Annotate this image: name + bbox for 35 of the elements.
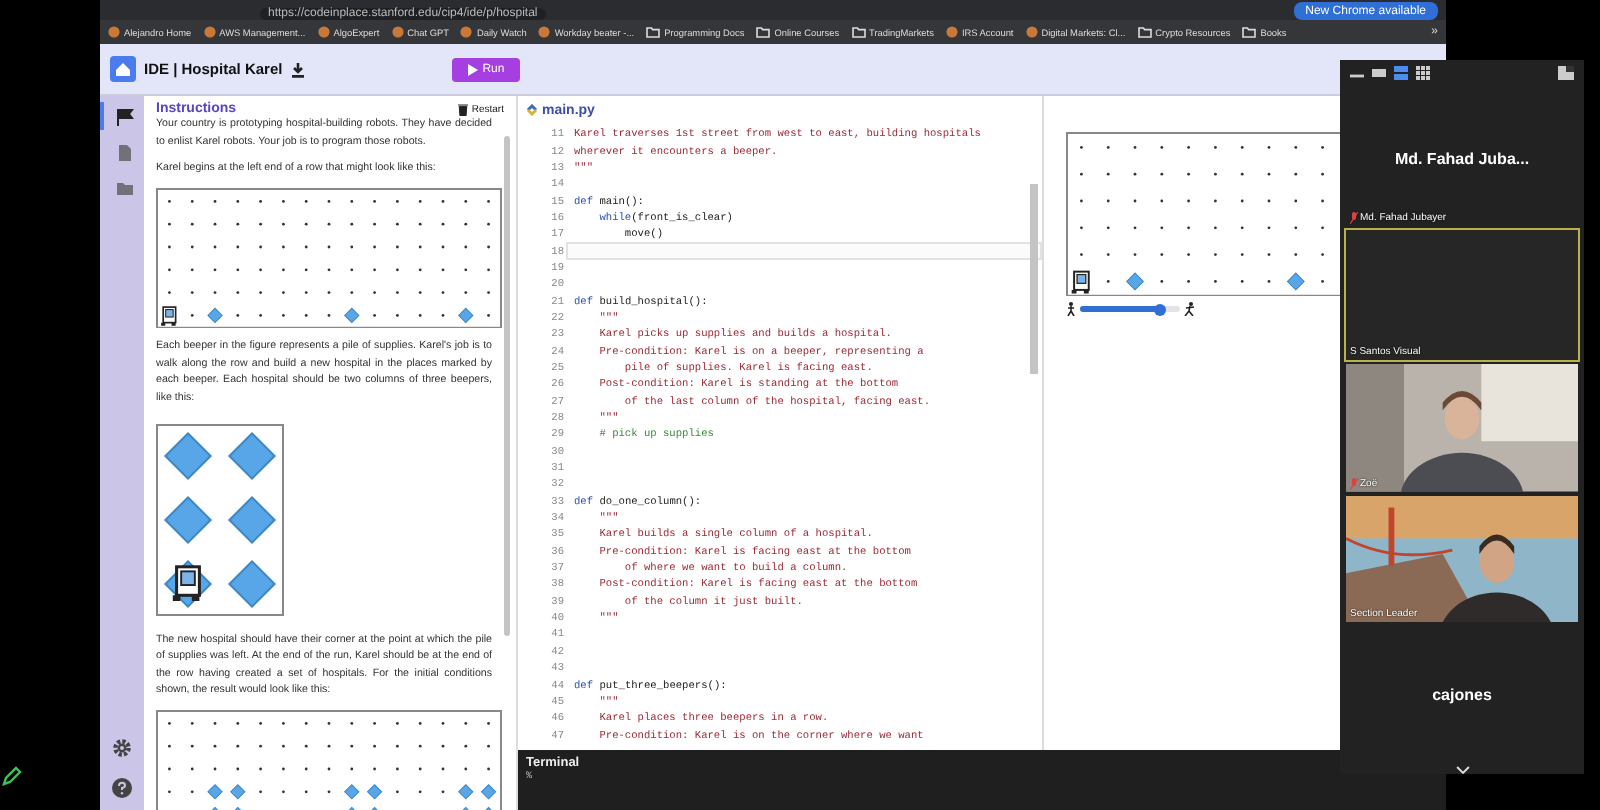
pen-icon[interactable] [2, 766, 22, 786]
folder-icon [756, 26, 771, 38]
gallery-view-icon[interactable] [1416, 66, 1430, 81]
participant-name: Md. Fahad Juba... [1394, 149, 1530, 168]
folder-icon [646, 26, 661, 38]
help-icon[interactable] [112, 778, 132, 798]
runner-icon [1184, 302, 1196, 317]
download-icon[interactable] [290, 61, 307, 77]
layout-icon[interactable] [1558, 66, 1574, 81]
folder-icon [1242, 26, 1257, 38]
python-icon [526, 104, 538, 116]
speaker-view-icon[interactable] [1394, 66, 1408, 81]
scrollbar[interactable] [504, 136, 510, 636]
site-icon [203, 26, 216, 38]
walker-icon [1066, 302, 1076, 317]
site-icon [538, 26, 551, 38]
site-icon [317, 26, 330, 38]
robot-icon [172, 564, 201, 601]
folder-icon [1137, 26, 1152, 38]
folder-icon [851, 26, 866, 38]
speed-slider[interactable] [1080, 306, 1180, 313]
chevron-down-icon[interactable] [1455, 766, 1469, 774]
video-tile[interactable]: cajones [1344, 624, 1580, 767]
scrollbar[interactable] [1030, 184, 1038, 374]
play-icon [468, 63, 479, 75]
site-icon [945, 26, 958, 38]
home-icon[interactable] [110, 56, 136, 82]
site-icon [108, 26, 120, 38]
trash-icon [457, 103, 468, 115]
participant-name: cajones [1432, 686, 1492, 705]
settings-icon[interactable] [112, 738, 132, 758]
window-icon[interactable] [1372, 66, 1386, 81]
site-icon [1025, 26, 1038, 38]
site-icon [460, 26, 473, 38]
site-icon [391, 26, 404, 38]
